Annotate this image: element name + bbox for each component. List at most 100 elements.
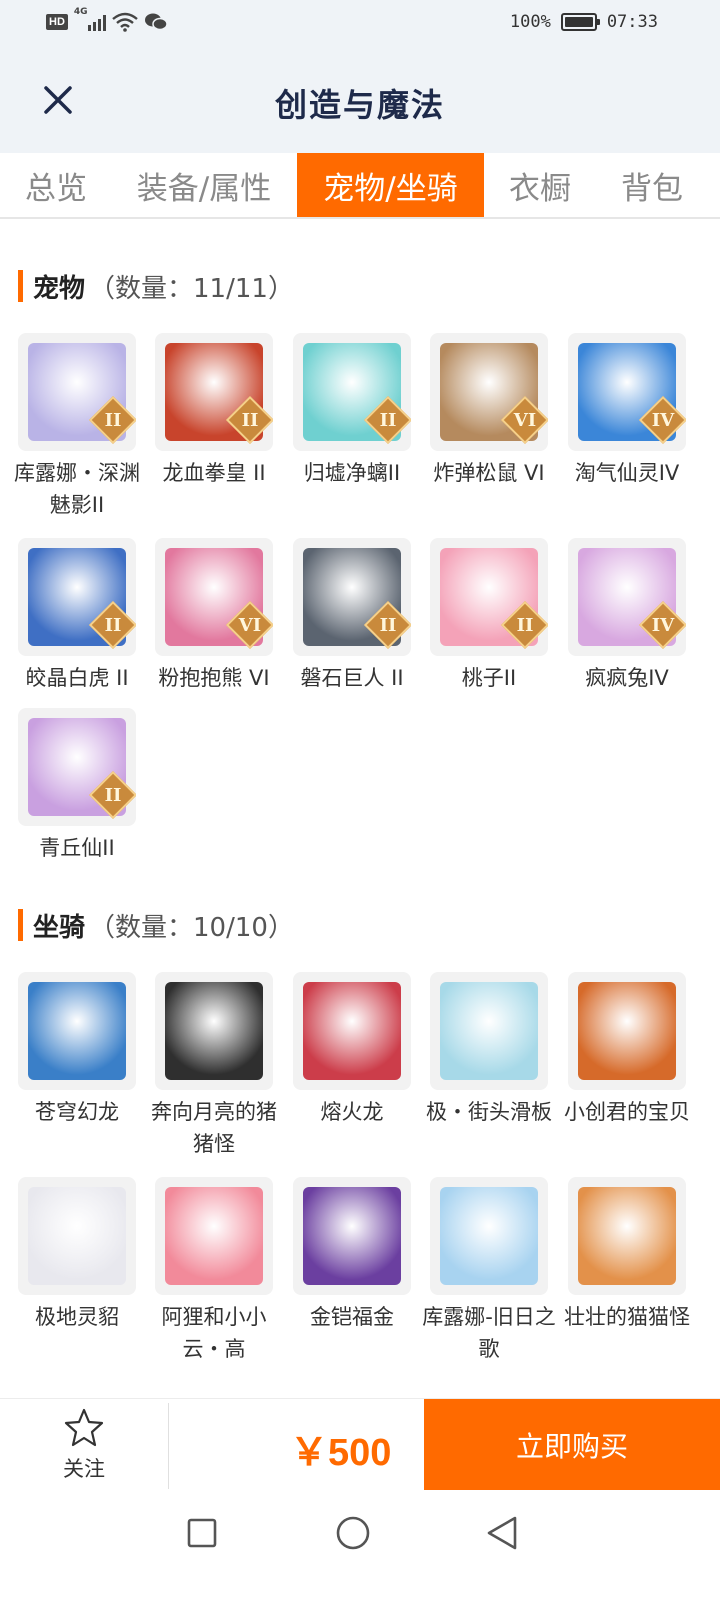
pet-item[interactable]: II 青丘仙II xyxy=(8,708,146,864)
grade-label: II xyxy=(104,614,122,636)
mount-image xyxy=(578,982,676,1080)
mount-item[interactable]: 壮壮的猫猫怪 xyxy=(558,1177,696,1333)
pet-name: 粉抱抱熊 VI xyxy=(158,666,270,690)
mount-image xyxy=(303,1187,401,1285)
pet-thumbnail[interactable]: II xyxy=(293,538,411,656)
pets-count: （数量：11/11） xyxy=(89,273,294,304)
mount-thumbnail[interactable] xyxy=(293,1177,411,1295)
mount-name: 壮壮的猫猫怪 xyxy=(564,1305,690,1329)
hd-badge: HD xyxy=(46,14,68,30)
pet-thumbnail[interactable]: II xyxy=(18,708,136,826)
pets-section-header: 宠物 （数量：11/11） xyxy=(18,268,294,304)
mount-thumbnail[interactable] xyxy=(18,1177,136,1295)
mount-name: 极・街头滑板 xyxy=(426,1100,552,1124)
grade-label: VI xyxy=(238,614,262,636)
grade-label: II xyxy=(516,614,534,636)
mount-image xyxy=(28,982,126,1080)
pet-thumbnail[interactable]: II xyxy=(18,333,136,451)
grade-label: II xyxy=(379,614,397,636)
mount-item[interactable]: 小创君的宝贝 xyxy=(558,972,696,1128)
mount-name: 金铠福金 xyxy=(310,1305,394,1329)
grade-label: II xyxy=(379,409,397,431)
tab-bar: 总览 装备/属性 宠物/坐骑 衣橱 背包 xyxy=(0,153,720,219)
pet-name: 疯疯兔IV xyxy=(585,666,669,690)
tab-wardrobe[interactable]: 衣橱 xyxy=(494,153,586,217)
buy-now-button[interactable]: 立即购买 xyxy=(424,1399,720,1490)
pet-item[interactable]: II 归墟净螭II xyxy=(283,333,421,489)
pet-name: 归墟净螭II xyxy=(303,461,401,485)
mount-thumbnail[interactable] xyxy=(293,972,411,1090)
mount-item[interactable]: 苍穹幻龙 xyxy=(8,972,146,1128)
mount-thumbnail[interactable] xyxy=(18,972,136,1090)
mounts-section-title: 坐骑 xyxy=(33,912,86,943)
mount-item[interactable]: 熔火龙 xyxy=(283,972,421,1128)
mount-item[interactable]: 金铠福金 xyxy=(283,1177,421,1333)
mount-name: 阿狸和小小云・高 xyxy=(161,1305,267,1361)
grade-label: II xyxy=(241,409,259,431)
pet-thumbnail[interactable]: II xyxy=(155,333,273,451)
pet-item[interactable]: VI 炸弹松鼠 VI xyxy=(420,333,558,489)
back-button[interactable] xyxy=(480,1511,524,1555)
pets-section-title: 宠物 xyxy=(33,273,86,304)
triangle-back-icon xyxy=(487,1516,517,1550)
recent-apps-button[interactable] xyxy=(180,1511,224,1555)
pet-item[interactable]: II 桃子II xyxy=(420,538,558,694)
pet-item[interactable]: VI 粉抱抱熊 VI xyxy=(145,538,283,694)
star-icon xyxy=(64,1408,104,1447)
mount-item[interactable]: 极地灵貂 xyxy=(8,1177,146,1333)
wifi-icon xyxy=(112,12,138,32)
mount-item[interactable]: 奔向月亮的猪猪怪 xyxy=(145,972,283,1160)
pet-name: 磐石巨人 II xyxy=(300,666,404,690)
pet-name: 库露娜・深渊魅影II xyxy=(14,461,140,517)
mount-image xyxy=(303,982,401,1080)
mounts-section-header: 坐骑 （数量：10/10） xyxy=(18,907,294,943)
grade-label: II xyxy=(104,409,122,431)
tab-overview[interactable]: 总览 xyxy=(0,153,112,217)
pet-name: 桃子II xyxy=(461,666,517,690)
mount-thumbnail[interactable] xyxy=(430,972,548,1090)
mount-thumbnail[interactable] xyxy=(155,972,273,1090)
mount-image xyxy=(165,1187,263,1285)
pet-name: 皎晶白虎 II xyxy=(25,666,129,690)
pet-thumbnail[interactable]: VI xyxy=(430,333,548,451)
pet-item[interactable]: IV 疯疯兔IV xyxy=(558,538,696,694)
pet-item[interactable]: II 皎晶白虎 II xyxy=(8,538,146,694)
pet-thumbnail[interactable]: II xyxy=(293,333,411,451)
tab-equipment[interactable]: 装备/属性 xyxy=(122,153,286,217)
pet-item[interactable]: IV 淘气仙灵IV xyxy=(558,333,696,489)
pet-item[interactable]: II 龙血拳皇 II xyxy=(145,333,283,489)
status-bar: HD 4G 100% 07:33 xyxy=(0,0,720,48)
grade-label: IV xyxy=(651,409,675,431)
mount-item[interactable]: 库露娜-旧日之歌 xyxy=(420,1177,558,1365)
home-button[interactable] xyxy=(331,1511,375,1555)
pet-item[interactable]: II 库露娜・深渊魅影II xyxy=(8,333,146,521)
mount-image xyxy=(440,1187,538,1285)
pet-thumbnail[interactable]: II xyxy=(18,538,136,656)
section-accent-bar xyxy=(18,909,23,941)
tab-backpack[interactable]: 背包 xyxy=(606,153,698,217)
mount-thumbnail[interactable] xyxy=(568,1177,686,1295)
battery-percent: 100% xyxy=(509,12,551,32)
mount-name: 熔火龙 xyxy=(320,1100,384,1124)
mount-thumbnail[interactable] xyxy=(568,972,686,1090)
pet-item[interactable]: II 磐石巨人 II xyxy=(283,538,421,694)
mount-name: 库露娜-旧日之歌 xyxy=(422,1305,556,1361)
pet-name: 淘气仙灵IV xyxy=(574,461,680,485)
mount-thumbnail[interactable] xyxy=(155,1177,273,1295)
wechat-icon xyxy=(144,13,168,31)
pet-thumbnail[interactable]: VI xyxy=(155,538,273,656)
pet-name: 青丘仙II xyxy=(39,836,115,860)
section-accent-bar xyxy=(18,270,23,302)
clock: 07:33 xyxy=(606,12,658,32)
tab-pets-mounts[interactable]: 宠物/坐骑 xyxy=(297,153,484,217)
follow-label: 关注 xyxy=(63,1457,105,1481)
signal-icon: 4G xyxy=(74,7,106,31)
follow-button[interactable]: 关注 xyxy=(40,1407,128,1483)
mount-item[interactable]: 阿狸和小小云・高 xyxy=(145,1177,283,1365)
pet-thumbnail[interactable]: IV xyxy=(568,538,686,656)
price: ￥500 xyxy=(290,1432,392,1474)
mount-thumbnail[interactable] xyxy=(430,1177,548,1295)
mount-item[interactable]: 极・街头滑板 xyxy=(420,972,558,1128)
pet-thumbnail[interactable]: IV xyxy=(568,333,686,451)
pet-thumbnail[interactable]: II xyxy=(430,538,548,656)
